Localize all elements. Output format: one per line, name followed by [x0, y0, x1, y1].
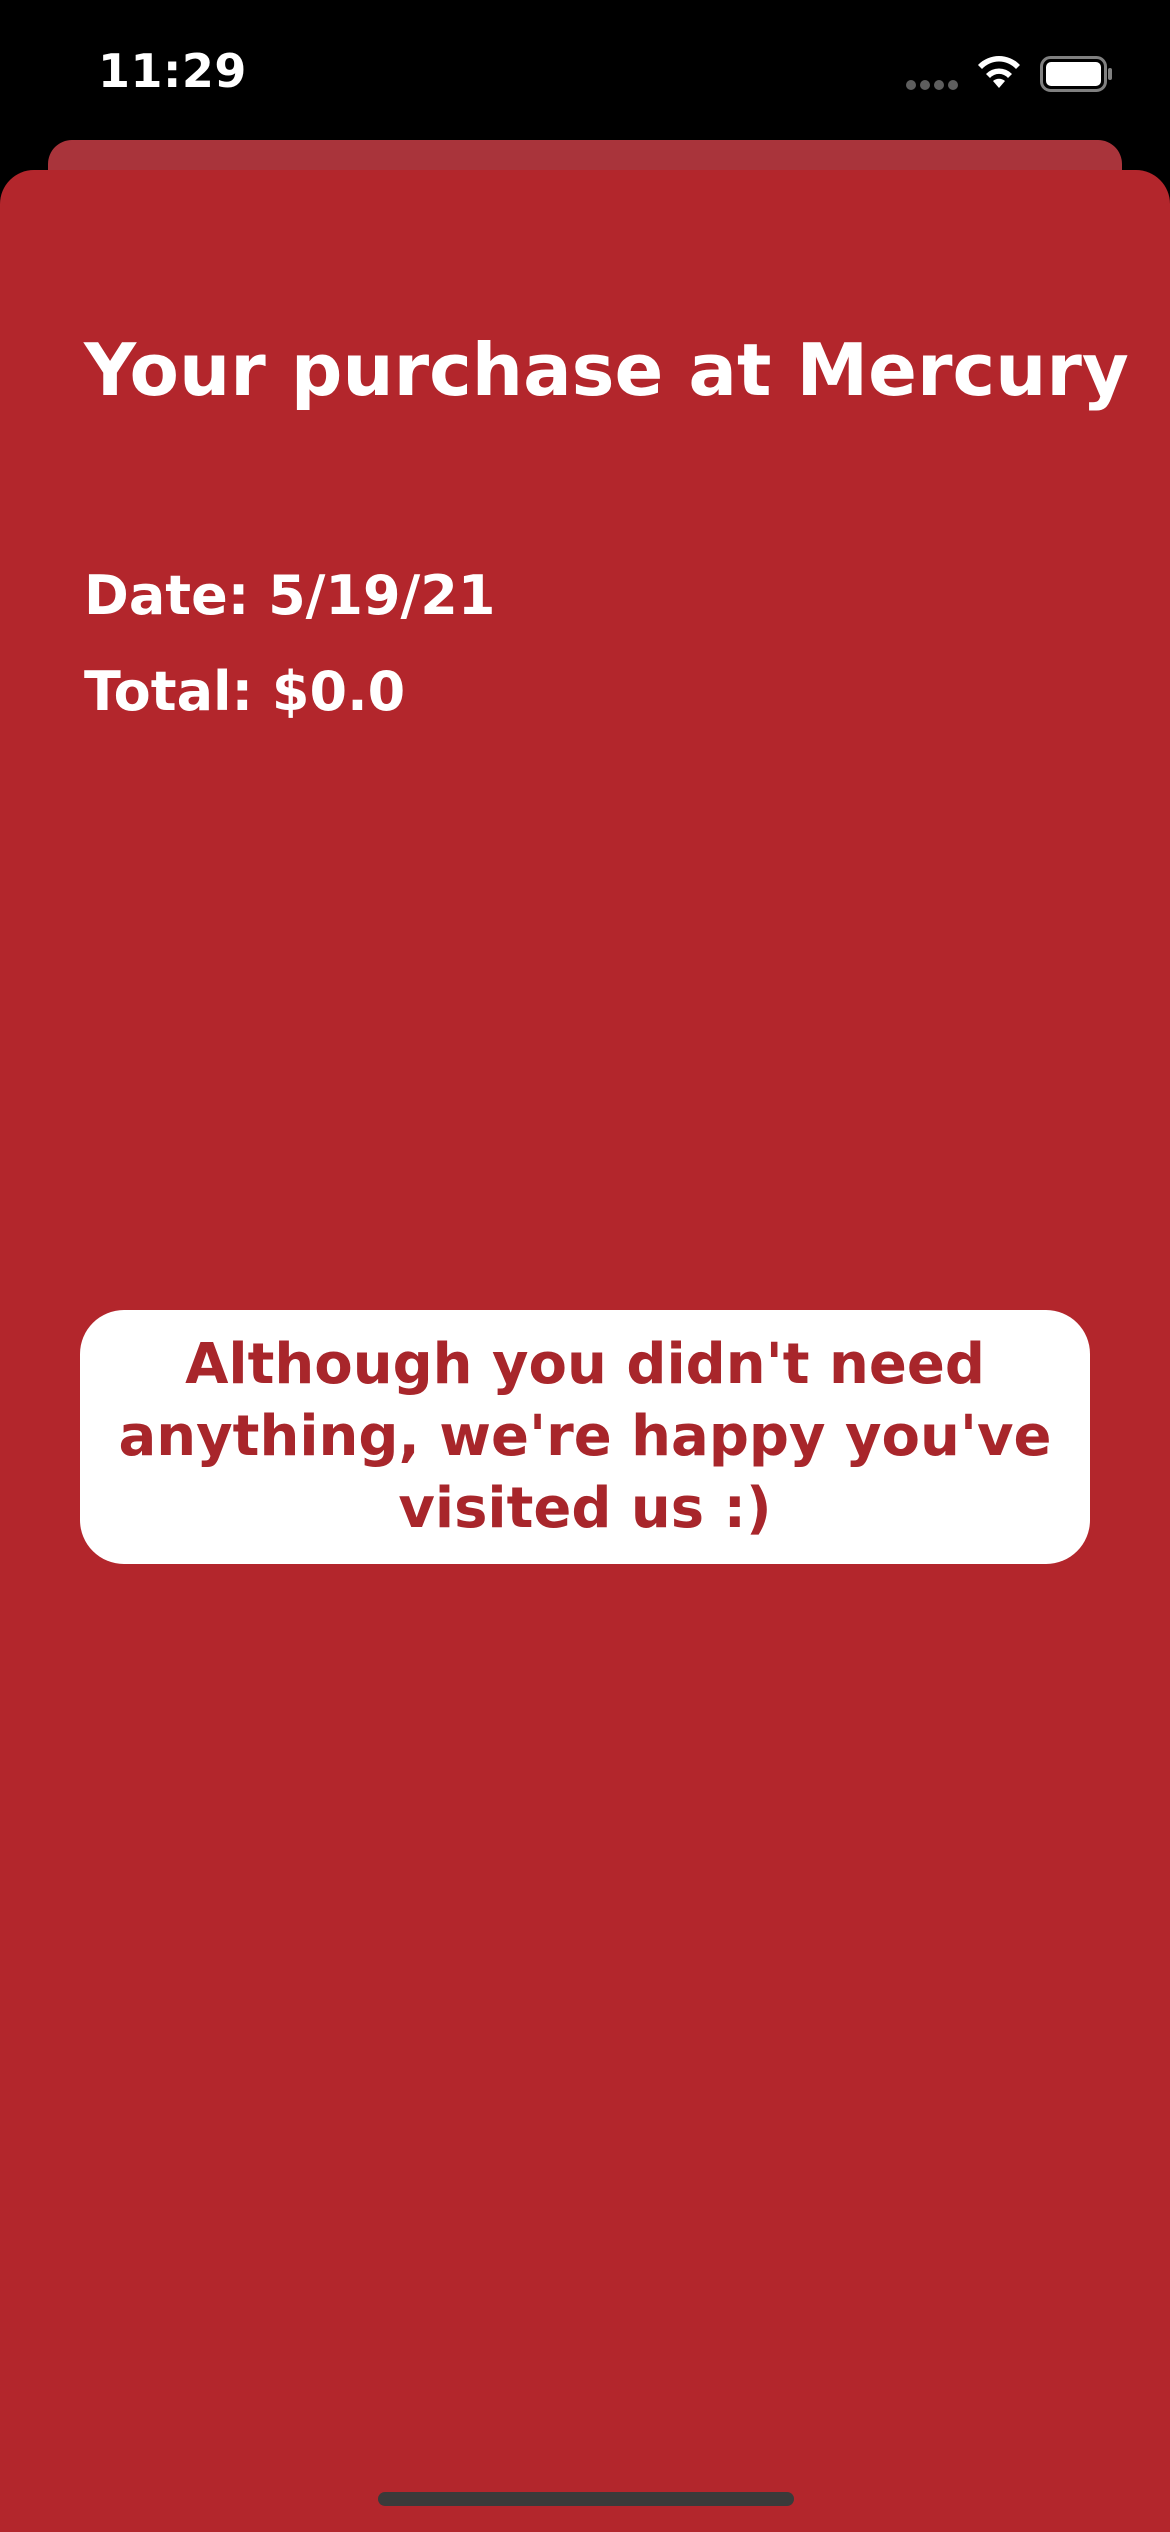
purchase-date: Date: 5/19/21 [84, 564, 496, 627]
page-title: Your purchase at Mercury [84, 328, 1129, 412]
wifi-icon [978, 56, 1020, 88]
receipt-sheet: Your purchase at Mercury Date: 5/19/21 T… [0, 170, 1170, 2532]
thank-you-message: Although you didn't need anything, we're… [118, 1332, 1052, 1541]
battery-icon [1040, 56, 1112, 92]
message-card: Although you didn't need anything, we're… [80, 1310, 1090, 1564]
screen: 11:29 Your purchase at Mercury Date: 5/1… [0, 0, 1170, 2532]
home-indicator[interactable] [378, 2492, 794, 2506]
status-time: 11:29 [98, 44, 247, 98]
status-bar: 11:29 [0, 0, 1170, 140]
signal-dots-icon [906, 80, 958, 90]
purchase-total: Total: $0.0 [84, 660, 406, 723]
